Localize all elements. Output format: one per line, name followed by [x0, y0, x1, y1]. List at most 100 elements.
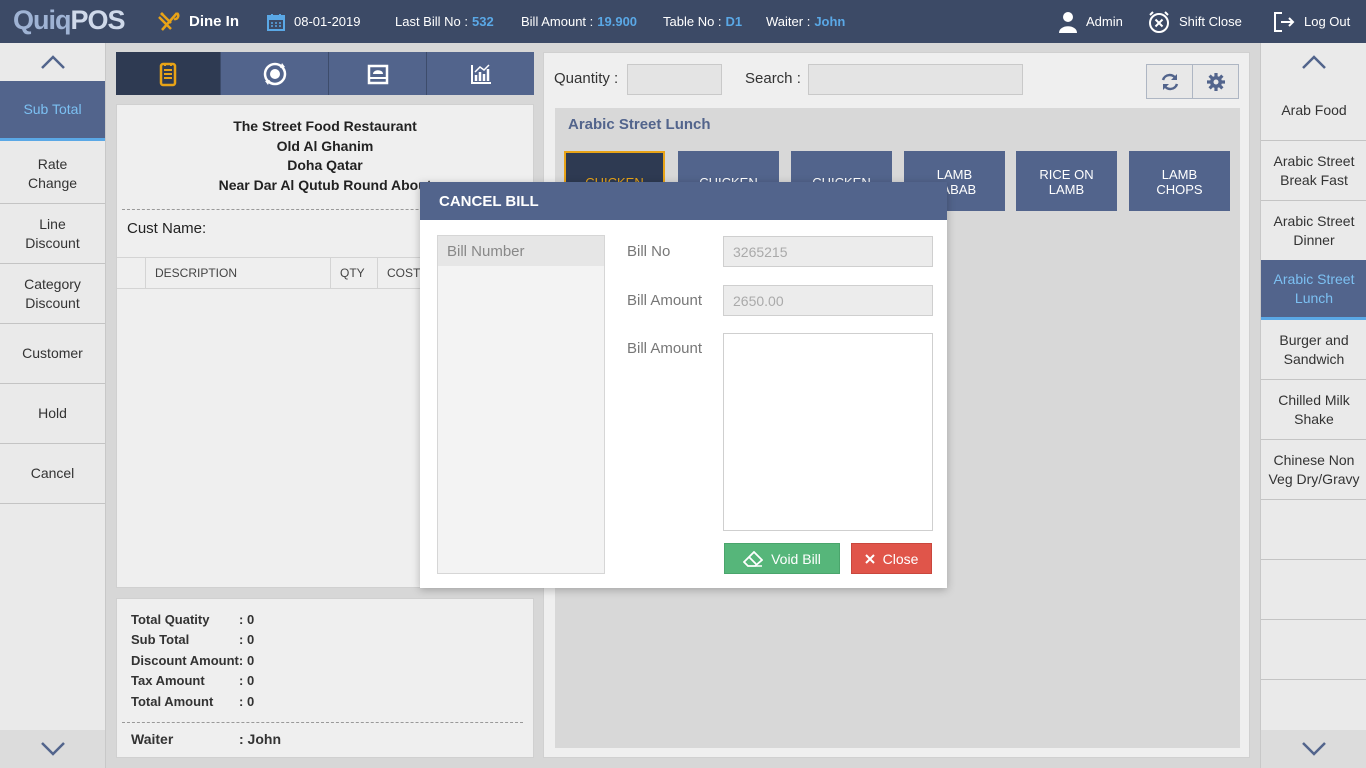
refresh-button[interactable] [1146, 64, 1193, 99]
bill-no-label: Bill No [627, 243, 671, 260]
bill-amount-label: Bill Amount : [521, 14, 594, 29]
bill-amount-value: 19.900 [597, 14, 638, 29]
category-label: Arab Food [1281, 102, 1347, 118]
totals-panel: Total Quatity: 0 Sub Total : 0 Discount A… [116, 598, 534, 758]
waiter-label: Waiter : [766, 14, 811, 29]
waiter-info: Waiter : John [766, 0, 845, 43]
product-button[interactable]: RICE ON LAMB [1016, 151, 1117, 211]
tax-row: Tax Amount: 0 [131, 673, 254, 693]
category-scroll-up-button[interactable] [1261, 43, 1366, 81]
sidebar-item-customer[interactable]: Customer [0, 324, 105, 384]
category-item[interactable] [1261, 500, 1366, 560]
sidebar-item-hold[interactable]: Hold [0, 384, 105, 444]
sidebar-item-sub-total[interactable]: Sub Total [0, 81, 105, 141]
sidebar-item-cancel[interactable]: Cancel [0, 444, 105, 504]
address-line: Doha Qatar [287, 157, 363, 173]
total-quantity-row: Total Quatity: 0 [131, 612, 254, 632]
chevron-up-icon [1302, 55, 1326, 69]
total-amount-value: : 0 [239, 694, 255, 709]
category-item[interactable] [1261, 620, 1366, 680]
category-label: Burger and Sandwich [1279, 331, 1349, 367]
quantity-input[interactable] [627, 64, 722, 95]
user-name: Admin [1086, 14, 1123, 29]
cust-name-label: Cust Name: [127, 220, 207, 237]
discount-value: 0 [247, 653, 255, 668]
sidebar-item-label: Hold [38, 405, 67, 421]
top-bar: QuiqPOS Dine In 08-01-2019 Last Bill No … [0, 0, 1366, 43]
table-info: Table No : D1 [663, 0, 742, 43]
sidebar-item-line-discount[interactable]: Line Discount [0, 204, 105, 264]
table-label: Table No : [663, 14, 722, 29]
user-menu[interactable]: Admin [1058, 0, 1123, 43]
void-bill-button[interactable]: Void Bill [724, 543, 840, 574]
date-value: 08-01-2019 [294, 14, 361, 29]
tab-bill[interactable] [116, 52, 221, 95]
last-bill-info: Last Bill No :532 [395, 0, 494, 43]
sidebar-item-rate-change[interactable]: Rate Change [0, 144, 105, 204]
search-input[interactable] [808, 64, 1023, 95]
sidebar-item-label: Cancel [30, 465, 75, 481]
bill-amount-input[interactable]: 2650.00 [723, 285, 933, 316]
refresh-icon [1161, 73, 1178, 90]
shift-close-label: Shift Close [1179, 14, 1242, 29]
waiter-value: John [814, 14, 846, 29]
tax-value: : 0 [239, 673, 255, 688]
shift-close-button[interactable]: Shift Close [1147, 0, 1242, 43]
dialog-title: CANCEL BILL [439, 192, 539, 210]
bill-amount-reason-label: Bill Amount [627, 340, 703, 357]
tab-currency-exchange[interactable] [221, 52, 329, 95]
tab-kitchen[interactable] [329, 52, 427, 95]
category-label: Arabic Street Break Fast [1273, 152, 1355, 188]
sub-total-label: Sub Total [131, 632, 190, 647]
search-label: Search : [745, 70, 801, 87]
category-item-active[interactable]: Arabic Street Lunch [1261, 260, 1366, 320]
logout-icon [1274, 11, 1295, 32]
chevron-up-icon [40, 55, 65, 69]
address-line: Old Al Ghanim [276, 137, 374, 154]
category-item[interactable] [1261, 560, 1366, 620]
settings-button[interactable] [1192, 64, 1239, 99]
close-button[interactable]: Close [851, 543, 932, 574]
bill-amount-label: Bill Amount [627, 292, 703, 309]
bill-amount-info: Bill Amount :19.900 [521, 0, 637, 43]
discount-label: Discount Amount: [131, 653, 244, 668]
category-item[interactable]: Arab Food [1261, 81, 1366, 141]
waiter-label: Waiter [131, 731, 174, 747]
dialog-header: CANCEL BILL [420, 182, 947, 220]
logout-button[interactable]: Log Out [1272, 0, 1350, 43]
receipt-icon [159, 62, 177, 86]
last-bill-label: Last Bill No : [395, 14, 468, 29]
close-icon [864, 553, 875, 564]
scroll-down-button[interactable] [0, 730, 105, 768]
bill-number-list[interactable]: Bill Number [437, 235, 605, 574]
product-label: LAMB CHOPS [1156, 167, 1203, 197]
category-scroll-down-button[interactable] [1261, 730, 1366, 768]
category-item[interactable]: Burger and Sandwich [1261, 320, 1366, 380]
bill-no-input[interactable]: 3265215 [723, 236, 933, 267]
product-label: RICE ON LAMB [1039, 167, 1094, 197]
category-item[interactable]: Arabic Street Dinner [1261, 201, 1366, 261]
chevron-down-icon [40, 742, 65, 756]
logout-label: Log Out [1304, 14, 1351, 29]
eraser-icon [743, 550, 764, 567]
divider [122, 722, 523, 723]
category-label: Chinese Non Veg Dry/Gravy [1268, 451, 1360, 487]
sidebar-item-category-discount[interactable]: Category Discount [0, 264, 105, 324]
category-title-bar: Arabic Street Lunch [555, 108, 1240, 141]
bill-list-header-label: Bill Number [447, 242, 525, 260]
dine-in-mode[interactable]: Dine In [157, 0, 239, 43]
user-icon [1059, 11, 1077, 33]
category-item[interactable]: Chilled Milk Shake [1261, 380, 1366, 440]
category-item[interactable]: Arabic Street Break Fast [1261, 141, 1366, 201]
category-label: Chilled Milk Shake [1278, 391, 1350, 427]
tab-reports[interactable] [427, 52, 534, 95]
chart-icon [470, 63, 491, 84]
close-label: Close [882, 550, 919, 567]
scroll-up-button[interactable] [0, 43, 105, 81]
chevron-down-icon [1302, 742, 1326, 756]
total-quantity-value: : 0 [239, 612, 255, 627]
category-item[interactable]: Chinese Non Veg Dry/Gravy [1261, 440, 1366, 500]
category-title: Arabic Street Lunch [568, 116, 711, 133]
product-button[interactable]: LAMB CHOPS [1129, 151, 1230, 211]
bill-amount-textarea[interactable] [723, 333, 933, 531]
